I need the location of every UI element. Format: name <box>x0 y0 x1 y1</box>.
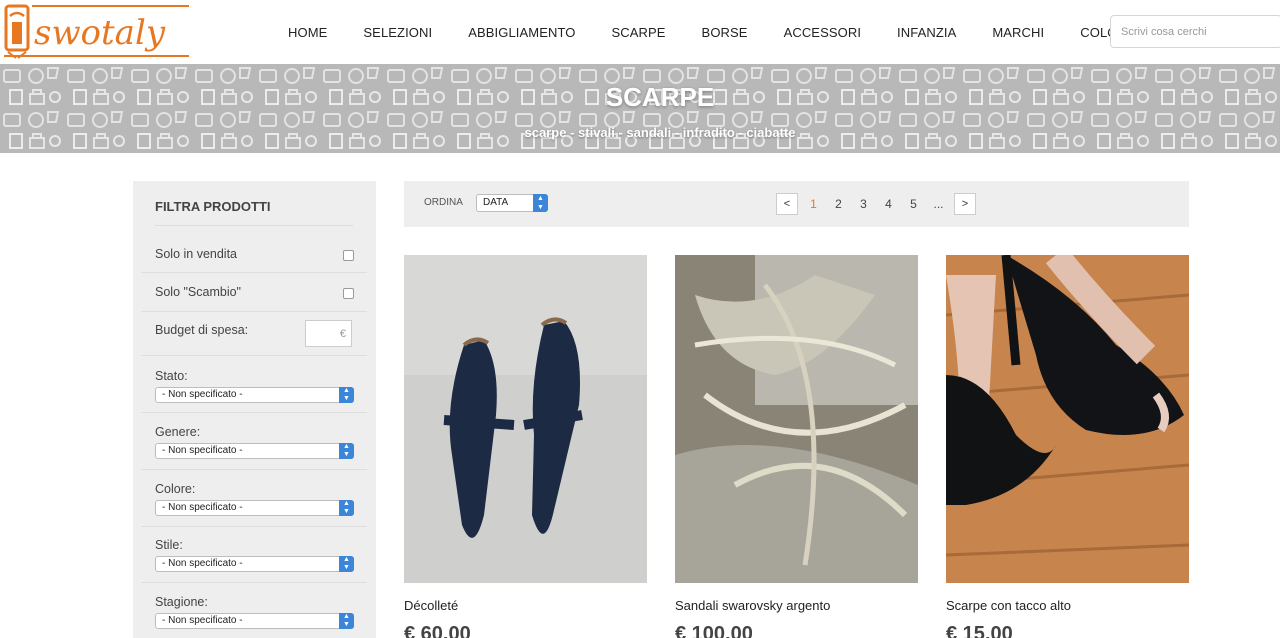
category-banner: SCARPE scarpe - stivali - sandali - infr… <box>0 64 1280 153</box>
page-4[interactable]: 4 <box>876 197 901 211</box>
chevron-updown-icon: ▲ ▼ <box>533 194 548 212</box>
main-nav: HOME SELEZIONI ABBIGLIAMENTO SCARPE BORS… <box>270 0 1149 64</box>
chevron-updown-icon: ▲ ▼ <box>339 443 354 459</box>
divider <box>141 412 367 413</box>
product-price: € 15,00 <box>946 623 1013 638</box>
product-image[interactable] <box>946 255 1189 583</box>
product-image[interactable] <box>404 255 647 583</box>
product-name[interactable]: Décolleté <box>404 598 458 613</box>
product-name[interactable]: Scarpe con tacco alto <box>946 598 1071 613</box>
genere-select-value: - Non specificato - <box>162 445 243 456</box>
genere-label: Genere: <box>155 425 201 439</box>
stagione-label: Stagione: <box>155 595 208 609</box>
hanger-icon <box>4 4 30 59</box>
solo-vendita-label: Solo in vendita <box>155 247 238 261</box>
solo-vendita-checkbox[interactable] <box>343 250 354 261</box>
sort-select[interactable]: DATA ▲ ▼ <box>476 194 548 212</box>
product-image[interactable] <box>675 255 918 583</box>
sort-label: ORDINA <box>424 197 463 208</box>
page-2[interactable]: 2 <box>826 197 851 211</box>
next-page-button[interactable]: > <box>954 193 976 215</box>
stato-select-value: - Non specificato - <box>162 389 243 400</box>
colore-select-value: - Non specificato - <box>162 502 243 513</box>
product-name[interactable]: Sandali swarovsky argento <box>675 598 830 613</box>
sort-select-value: DATA <box>483 197 509 208</box>
category-title: SCARPE <box>605 82 715 112</box>
solo-scambio-label: Solo "Scambio" <box>155 285 241 299</box>
solo-scambio-checkbox[interactable] <box>343 288 354 299</box>
colore-label: Colore: <box>155 482 196 496</box>
product-price: € 60,00 <box>404 623 471 638</box>
divider <box>141 311 367 312</box>
nav-borse[interactable]: BORSE <box>702 25 748 40</box>
site-header: swotaly HOME SELEZIONI ABBIGLIAMENTO SCA… <box>0 0 1280 64</box>
page-3[interactable]: 3 <box>851 197 876 211</box>
divider <box>141 582 367 583</box>
page-ellipsis: ... <box>933 197 944 211</box>
stato-select[interactable]: - Non specificato - ▲ ▼ <box>155 387 354 403</box>
page-5[interactable]: 5 <box>901 197 926 211</box>
filter-title: FILTRA PRODOTTI <box>155 199 271 214</box>
stile-label: Stile: <box>155 538 183 552</box>
stagione-select[interactable]: - Non specificato - ▲ ▼ <box>155 613 354 629</box>
genere-select[interactable]: - Non specificato - ▲ ▼ <box>155 443 354 459</box>
product-price: € 100,00 <box>675 623 753 638</box>
category-subtitle: scarpe - stivali - sandali - infradito -… <box>524 125 796 140</box>
prev-page-button[interactable]: < <box>776 193 798 215</box>
filter-sidebar: FILTRA PRODOTTI Solo in vendita Solo "Sc… <box>133 181 376 638</box>
nav-marchi[interactable]: MARCHI <box>992 25 1044 40</box>
chevron-updown-icon: ▲ ▼ <box>339 556 354 572</box>
stato-label: Stato: <box>155 369 188 383</box>
divider <box>141 526 367 527</box>
nav-home[interactable]: HOME <box>288 25 327 40</box>
logo-text: swotaly <box>34 13 166 53</box>
divider <box>155 225 353 226</box>
stile-select-value: - Non specificato - <box>162 558 243 569</box>
colore-select[interactable]: - Non specificato - ▲ ▼ <box>155 500 354 516</box>
site-logo[interactable]: swotaly <box>4 2 190 60</box>
nav-abbigliamento[interactable]: ABBIGLIAMENTO <box>468 25 575 40</box>
stile-select[interactable]: - Non specificato - ▲ ▼ <box>155 556 354 572</box>
listing-toolbar: ORDINA DATA ▲ ▼ < 1 2 3 4 5 ... > <box>404 181 1189 227</box>
nav-scarpe[interactable]: SCARPE <box>611 25 665 40</box>
search-input[interactable] <box>1110 15 1280 48</box>
budget-input[interactable]: € <box>305 320 352 347</box>
chevron-updown-icon: ▲ ▼ <box>339 500 354 516</box>
divider <box>141 355 367 356</box>
nav-accessori[interactable]: ACCESSORI <box>784 25 861 40</box>
page-1[interactable]: 1 <box>801 197 826 211</box>
budget-label: Budget di spesa: <box>155 323 249 337</box>
nav-infanzia[interactable]: INFANZIA <box>897 25 956 40</box>
chevron-updown-icon: ▲ ▼ <box>339 613 354 629</box>
stagione-select-value: - Non specificato - <box>162 615 243 626</box>
divider <box>141 469 367 470</box>
divider <box>141 272 367 273</box>
nav-selezioni[interactable]: SELEZIONI <box>363 25 432 40</box>
pagination: < 1 2 3 4 5 ... > <box>776 193 976 215</box>
chevron-updown-icon: ▲ ▼ <box>339 387 354 403</box>
